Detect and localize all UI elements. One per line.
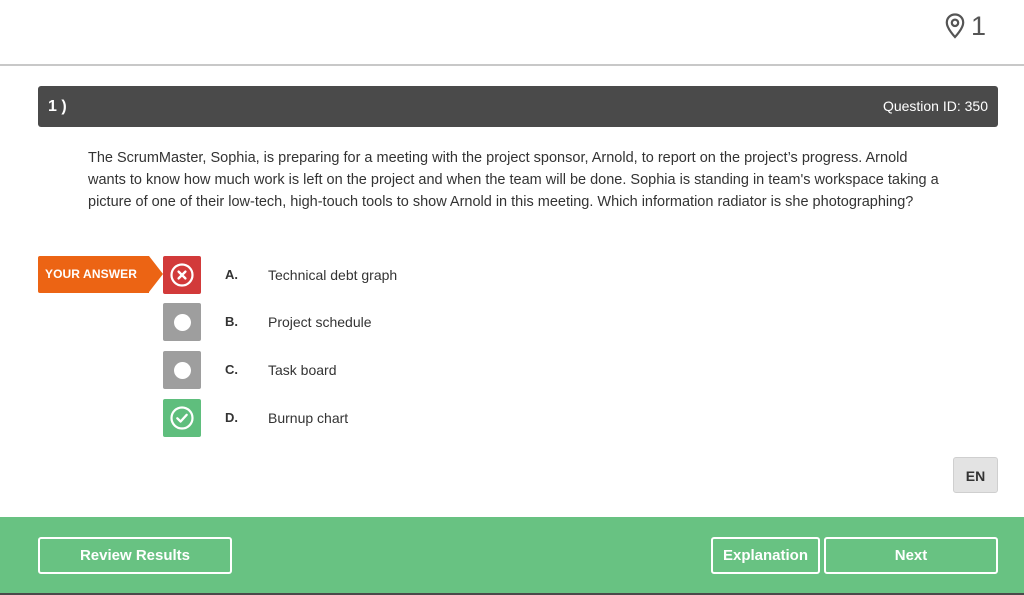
option-text: Burnup chart (268, 410, 349, 426)
question-text: The ScrumMaster, Sophia, is preparing fo… (88, 150, 939, 210)
question-id: Question ID: 350 (882, 98, 988, 114)
language-button[interactable]: EN (953, 457, 998, 493)
option-text: Project schedule (268, 314, 372, 330)
option-text: Technical debt graph (268, 267, 398, 283)
next-button[interactable]: Next (824, 537, 998, 574)
pin-counter[interactable]: 1 (945, 10, 986, 42)
answer-option-b[interactable]: B. Project schedule (163, 303, 563, 341)
answer-option-c[interactable]: C. Task board (163, 351, 563, 389)
explanation-button[interactable]: Explanation (711, 537, 820, 574)
radio-dot-icon[interactable] (163, 351, 201, 389)
pin-count: 1 (970, 11, 986, 41)
map-pin-icon (945, 13, 965, 39)
review-results-button[interactable]: Review Results (38, 537, 232, 574)
top-bar: 1 (0, 0, 1024, 66)
option-letter: C. (225, 362, 238, 377)
check-circle-icon[interactable] (163, 399, 201, 437)
your-answer-badge: YOUR ANSWER (38, 256, 163, 293)
question-header: 1 ) Question ID: 350 (38, 86, 998, 127)
answer-option-d[interactable]: D. Burnup chart (163, 399, 563, 437)
option-letter: B. (225, 314, 238, 329)
radio-dot-icon[interactable] (163, 303, 201, 341)
footer-bar: Review Results Explanation Next (0, 517, 1024, 595)
option-letter: A. (225, 267, 238, 282)
answer-option-a[interactable]: A. Technical debt graph (163, 256, 563, 294)
option-letter: D. (225, 410, 238, 425)
x-circle-icon[interactable] (163, 256, 201, 294)
question-number: 1 ) (48, 98, 67, 115)
option-text: Task board (268, 362, 337, 378)
